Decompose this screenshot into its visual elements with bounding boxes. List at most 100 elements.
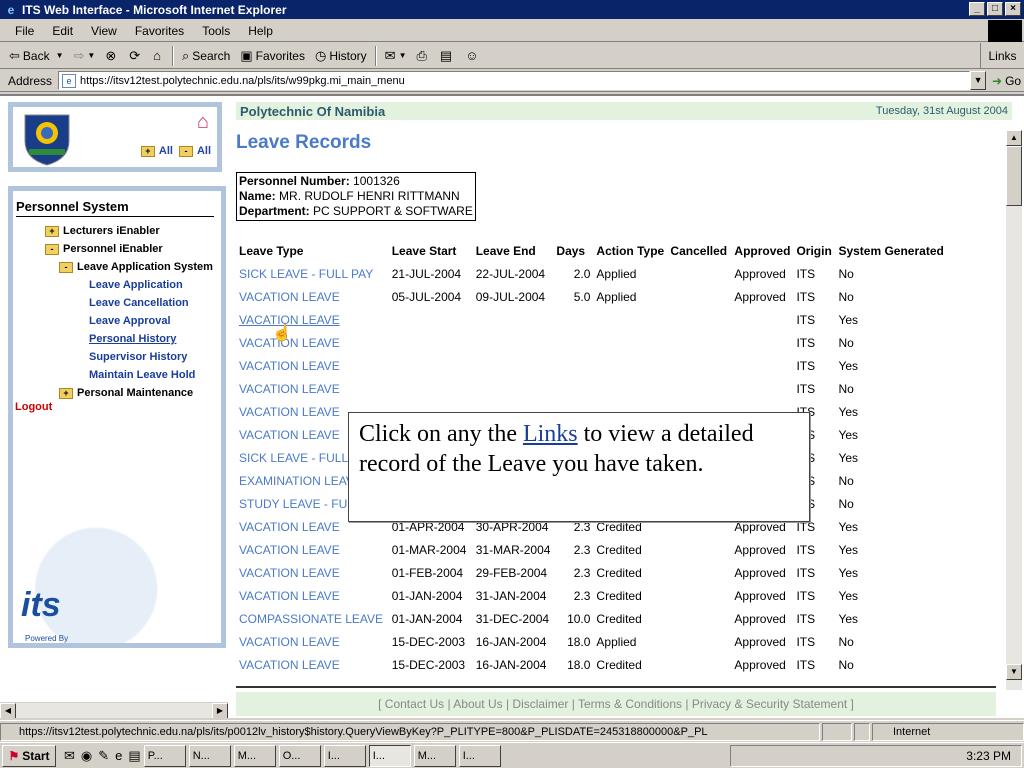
table-cell: Approved xyxy=(734,542,786,557)
maximize-button[interactable]: □ xyxy=(987,2,1003,16)
forward-button[interactable]: ⇨ ▼ xyxy=(69,45,101,67)
collapse-all-link[interactable]: - All xyxy=(178,145,211,157)
organization-name: Polytechnic Of Namibia xyxy=(240,103,386,119)
notepad-icon[interactable]: ▤ xyxy=(128,748,140,764)
nav-item-personal-history[interactable]: Personal History xyxy=(89,333,176,345)
address-input[interactable]: e https://itsv12test.polytechnic.edu.na/… xyxy=(58,71,971,90)
home-icon[interactable]: ⌂ xyxy=(197,111,209,134)
leave-type-link[interactable]: VACATION LEAVE xyxy=(239,635,340,649)
leave-type-link[interactable]: EXAMINATION LEAVE xyxy=(239,474,362,488)
folder-plus-icon: + xyxy=(45,225,59,237)
leave-type-link[interactable]: VACATION LEAVE xyxy=(239,405,340,419)
table-cell: No xyxy=(838,657,854,672)
leave-type-link[interactable]: SICK LEAVE - FULL PAY xyxy=(239,267,373,281)
expand-all-link[interactable]: + All xyxy=(140,145,173,157)
table-row: VACATION LEAVE ITS No xyxy=(236,377,947,400)
mail-button[interactable]: ✉ ▼ xyxy=(380,45,412,67)
menu-help[interactable]: Help xyxy=(239,24,282,38)
column-header: Cancelled xyxy=(670,244,728,258)
taskbar-item[interactable]: P... xyxy=(143,744,186,767)
scrollbar-thumb[interactable] xyxy=(1006,146,1022,206)
nav-item-lecturers-ienabler[interactable]: + Lecturers iEnabler xyxy=(45,225,160,237)
footer-links[interactable]: [ Contact Us | About Us | Disclaimer | T… xyxy=(236,692,996,716)
menu-favorites[interactable]: Favorites xyxy=(126,24,193,38)
nav-item-leave-cancellation[interactable]: Leave Cancellation xyxy=(89,297,189,309)
leave-type-link[interactable]: VACATION LEAVE xyxy=(239,543,340,557)
table-cell: No xyxy=(838,381,854,396)
leave-type-link[interactable]: VACATION LEAVE xyxy=(239,520,340,534)
ie-icon[interactable]: e xyxy=(115,748,122,764)
taskbar-item-active[interactable]: I... xyxy=(368,744,411,767)
scroll-left-arrow[interactable]: ◀ xyxy=(0,703,16,718)
scroll-down-arrow[interactable]: ▼ xyxy=(1006,664,1022,680)
table-cell xyxy=(553,377,593,400)
leave-type-link[interactable]: VACATION LEAVE xyxy=(239,382,340,396)
go-button[interactable]: ➜ Go xyxy=(992,74,1021,88)
home-button[interactable]: ⌂ xyxy=(148,45,169,67)
table-cell: 16-JAN-2004 xyxy=(475,657,547,672)
table-cell: 18.0 xyxy=(567,657,591,672)
nav-item-leave-approval[interactable]: Leave Approval xyxy=(89,315,171,327)
window-titlebar: e ITS Web Interface - Microsoft Internet… xyxy=(0,0,1024,19)
scroll-up-arrow[interactable]: ▲ xyxy=(1006,130,1022,146)
leave-type-link[interactable]: VACATION LEAVE xyxy=(239,566,340,580)
taskbar-item[interactable]: M... xyxy=(413,744,456,767)
tooltip-links-link[interactable]: Links xyxy=(523,421,578,447)
logout-link[interactable]: Logout xyxy=(15,401,52,413)
taskbar-item[interactable]: N... xyxy=(188,744,231,767)
messenger-icon[interactable]: ◉ xyxy=(81,748,92,764)
start-button[interactable]: ⚑ Start xyxy=(2,744,56,767)
outlook-icon[interactable]: ✉ xyxy=(64,748,75,764)
pencil-icon[interactable]: ✎ xyxy=(98,748,109,764)
print-button[interactable]: ⎙ xyxy=(412,45,435,67)
edit-button[interactable]: ▤ xyxy=(435,45,460,67)
nav-item-personnel-ienabler[interactable]: - Personnel iEnabler xyxy=(45,243,163,255)
folder-open-icon: - xyxy=(45,243,59,255)
nav-item-maintain-leave-hold[interactable]: Maintain Leave Hold xyxy=(89,369,195,381)
leave-type-link[interactable]: COMPASSIONATE LEAVE xyxy=(239,612,383,626)
taskbar-item[interactable]: O... xyxy=(278,744,321,767)
nav-item-leave-application[interactable]: Leave Application xyxy=(89,279,183,291)
table-cell: 15-DEC-2003 xyxy=(391,657,466,672)
table-cell: No xyxy=(838,634,854,649)
scroll-right-arrow[interactable]: ▶ xyxy=(212,703,228,718)
close-button[interactable]: × xyxy=(1005,2,1021,16)
left-frame-horizontal-scrollbar[interactable]: ◀ ▶ xyxy=(0,702,228,718)
nav-item-leave-application-system[interactable]: - Leave Application System xyxy=(59,261,213,273)
history-button[interactable]: ◷ History xyxy=(310,45,372,67)
taskbar-item[interactable]: M... xyxy=(233,744,276,767)
stop-button[interactable]: ⊗ xyxy=(100,45,124,67)
menu-view[interactable]: View xyxy=(82,24,126,38)
back-button[interactable]: ⇦ Back ▼ xyxy=(4,45,69,67)
window-title: ITS Web Interface - Microsoft Internet E… xyxy=(22,2,287,17)
forward-arrow-icon: ⇨ xyxy=(73,47,85,63)
nav-item-personal-maintenance[interactable]: + Personal Maintenance xyxy=(59,387,193,399)
refresh-button[interactable]: ⟳ xyxy=(124,45,148,67)
nav-item-supervisor-history[interactable]: Supervisor History xyxy=(89,351,187,363)
leave-type-link[interactable]: VACATION LEAVE xyxy=(239,589,340,603)
address-dropdown-button[interactable]: ▼ xyxy=(970,71,987,90)
messenger-button[interactable]: ☺ xyxy=(460,45,486,67)
clock[interactable]: 3:23 PM xyxy=(966,749,1011,763)
leave-type-link[interactable]: VACATION LEAVE xyxy=(239,428,340,442)
table-cell: Approved xyxy=(734,289,786,304)
menu-file[interactable]: File xyxy=(6,24,43,38)
leave-type-link[interactable]: VACATION LEAVE xyxy=(239,658,340,672)
menu-tools[interactable]: Tools xyxy=(193,24,239,38)
search-button[interactable]: ⌕ Search xyxy=(177,45,235,67)
menu-edit[interactable]: Edit xyxy=(43,24,82,38)
refresh-icon: ⟳ xyxy=(129,47,141,63)
table-cell: Credited xyxy=(596,542,642,557)
status-url: https://itsv12test.polytechnic.edu.na/pl… xyxy=(0,722,820,741)
favorites-button[interactable]: ▣ Favorites xyxy=(235,45,310,67)
leave-type-link[interactable]: VACATION LEAVE xyxy=(239,359,340,373)
messenger-icon: ☺ xyxy=(465,48,479,63)
minimize-button[interactable]: _ xyxy=(969,2,985,16)
favorites-icon: ▣ xyxy=(240,47,253,63)
taskbar-item[interactable]: I... xyxy=(323,744,366,767)
leave-type-cell: VACATION LEAVE xyxy=(236,538,389,561)
taskbar-item[interactable]: I... xyxy=(458,744,501,767)
leave-type-link[interactable]: VACATION LEAVE xyxy=(239,290,340,304)
main-vertical-scrollbar[interactable]: ▲ ▼ xyxy=(1006,130,1022,690)
links-toolbar[interactable]: Links xyxy=(980,43,1024,69)
